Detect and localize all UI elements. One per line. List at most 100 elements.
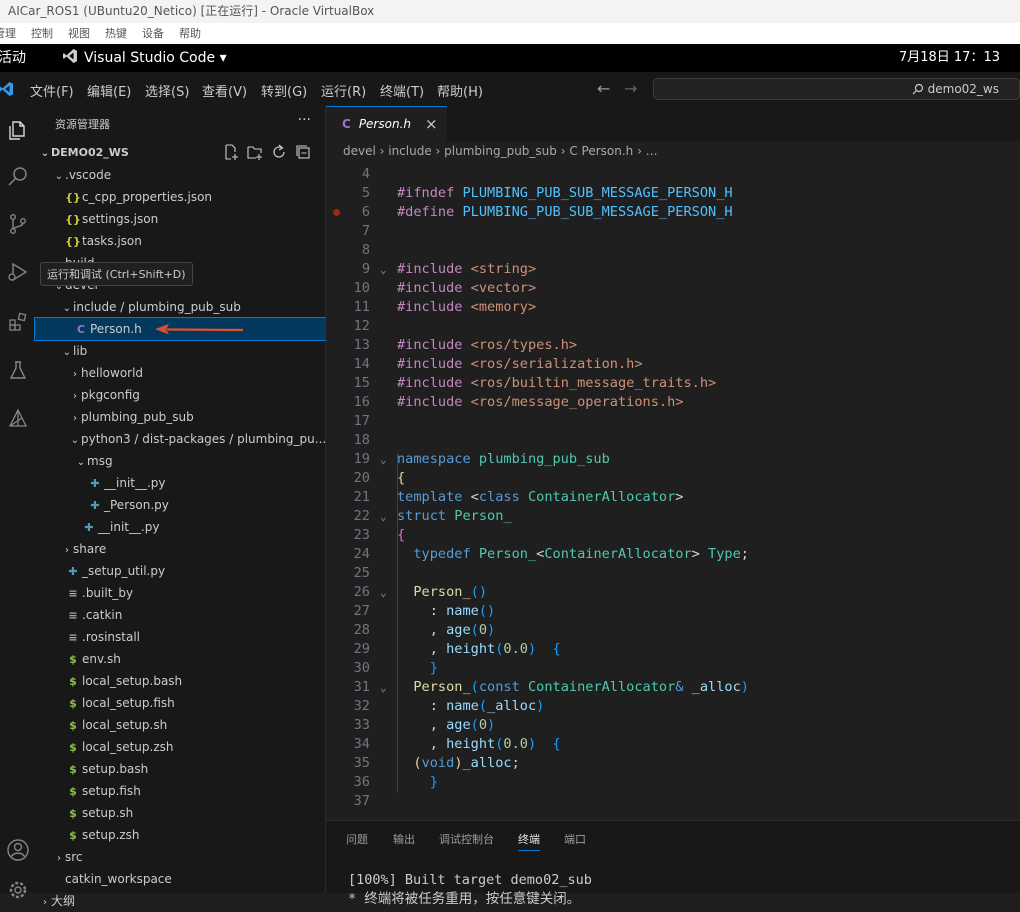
search-activity[interactable] bbox=[0, 158, 35, 194]
tree-row[interactable]: $ local_setup.zsh bbox=[35, 736, 326, 758]
vbox-menu-item[interactable]: 帮助 bbox=[179, 23, 201, 44]
code-token: ; bbox=[740, 546, 749, 562]
fold-chevron-icon[interactable]: ⌄ bbox=[380, 507, 387, 526]
manage-activity[interactable] bbox=[0, 872, 35, 908]
more-actions-button[interactable]: ··· bbox=[298, 112, 311, 128]
tree-row[interactable]: ≡ .catkin bbox=[35, 604, 326, 626]
code-token: Type bbox=[708, 546, 741, 562]
tree-row[interactable]: › plumbing_pub_sub bbox=[35, 406, 326, 428]
code-text: : name(_alloc) bbox=[397, 697, 545, 716]
tree-row[interactable]: $ local_setup.sh bbox=[35, 714, 326, 736]
accounts-activity[interactable] bbox=[0, 832, 35, 868]
breadcrumb[interactable]: devel › include › plumbing_pub_sub › C P… bbox=[343, 144, 658, 158]
run-debug-activity[interactable] bbox=[0, 254, 35, 290]
source-control-activity[interactable] bbox=[0, 206, 35, 242]
tree-row[interactable]: catkin_workspace bbox=[35, 868, 326, 890]
tree-row[interactable]: {}c_cpp_properties.json bbox=[35, 186, 326, 208]
tree-row[interactable]: ≡ .rosinstall bbox=[35, 626, 326, 648]
tree-label: setup.fish bbox=[82, 784, 141, 798]
tree-row[interactable]: $ env.sh bbox=[35, 648, 326, 670]
tree-row[interactable]: ⌄ python3 / dist-packages / plumbing_pu..… bbox=[35, 428, 326, 450]
ros-activity[interactable] bbox=[0, 400, 35, 436]
tree-row[interactable]: ✚ __init__.py bbox=[35, 472, 326, 494]
tree-row[interactable]: $ setup.sh bbox=[35, 802, 326, 824]
new-file-icon[interactable] bbox=[223, 144, 239, 160]
tree-row[interactable]: › share bbox=[35, 538, 326, 560]
menu-item[interactable]: 查看(V) bbox=[202, 81, 247, 100]
tree-row[interactable]: ⌄ include / plumbing_pub_sub bbox=[35, 296, 326, 318]
code-editor[interactable]: 34 5 #ifndef PLUMBING_PUB_SUB_MESSAGE_PERS… bbox=[326, 160, 1020, 820]
menu-item[interactable]: 运行(R) bbox=[321, 81, 366, 100]
terminal-output[interactable]: [100%] Built target demo02_sub * 终端将被任务重… bbox=[348, 871, 592, 909]
tree-row[interactable]: $ local_setup.fish bbox=[35, 692, 326, 714]
line-number: 28 bbox=[353, 622, 370, 638]
fold-chevron-icon[interactable]: ⌄ bbox=[380, 678, 387, 697]
tree-row[interactable]: ✚ _Person.py bbox=[35, 494, 326, 516]
tree-row[interactable]: › 大纲 bbox=[35, 890, 326, 912]
vbox-menu-item[interactable]: 热键 bbox=[105, 23, 127, 44]
fold-chevron-icon[interactable]: ⌄ bbox=[380, 260, 387, 279]
tree-row[interactable]: ⌄ msg bbox=[35, 450, 326, 472]
tree-row[interactable]: $ local_setup.bash bbox=[35, 670, 326, 692]
activities-button[interactable]: 活动 bbox=[0, 44, 26, 72]
new-folder-icon[interactable] bbox=[247, 144, 263, 160]
tree-row[interactable]: ⌄ lib bbox=[35, 340, 326, 362]
menu-item[interactable]: 选择(S) bbox=[145, 81, 189, 100]
tree-row[interactable]: › src bbox=[35, 846, 326, 868]
tree-row[interactable]: {}settings.json bbox=[35, 208, 326, 230]
twistie-icon: ⌄ bbox=[70, 435, 80, 446]
app-menu[interactable]: Visual Studio Code ▾ bbox=[62, 44, 227, 72]
close-icon[interactable]: × bbox=[425, 107, 438, 141]
tree-row[interactable]: › pkgconfig bbox=[35, 384, 326, 406]
fold-chevron-icon[interactable]: ⌄ bbox=[380, 450, 387, 469]
refresh-icon[interactable] bbox=[271, 144, 287, 160]
tree-row[interactable]: ⌄ .vscode bbox=[35, 164, 326, 186]
command-center-search[interactable]: demo02_ws bbox=[653, 78, 1020, 100]
panel-tab[interactable]: 调试控制台 bbox=[439, 831, 494, 847]
tree-row[interactable]: {}tasks.json bbox=[35, 230, 326, 252]
vbox-menu-item[interactable]: 控制 bbox=[31, 23, 53, 44]
tab-person-h[interactable]: C Person.h × bbox=[326, 106, 447, 141]
line-number: 8 bbox=[361, 242, 370, 258]
fold-chevron-icon[interactable]: ⌄ bbox=[380, 583, 387, 602]
code-token: age bbox=[446, 717, 471, 733]
testing-activity[interactable] bbox=[0, 352, 35, 388]
tree-row[interactable]: ✚ __init__.py bbox=[35, 516, 326, 538]
explorer-title: 资源管理器 bbox=[55, 118, 110, 131]
panel-tab[interactable]: 终端 bbox=[518, 831, 540, 851]
code-token: #include bbox=[397, 299, 471, 315]
panel-tab[interactable]: 问题 bbox=[346, 831, 368, 847]
panel-tab[interactable]: 输出 bbox=[393, 831, 415, 847]
vbox-menu-item[interactable]: 管理 bbox=[0, 23, 16, 44]
code-text: #include <ros/types.h> bbox=[397, 336, 577, 355]
vbox-menu-item[interactable]: 视图 bbox=[68, 23, 90, 44]
explorer-activity[interactable] bbox=[0, 112, 35, 148]
extensions-activity[interactable] bbox=[0, 304, 35, 340]
menu-item[interactable]: 编辑(E) bbox=[87, 81, 131, 100]
panel-tab[interactable]: 端口 bbox=[564, 831, 586, 847]
menu-item[interactable]: 帮助(H) bbox=[437, 81, 483, 100]
tree-row[interactable]: › helloworld bbox=[35, 362, 326, 384]
tree-row[interactable]: $ setup.fish bbox=[35, 780, 326, 802]
menu-item[interactable]: 转到(G) bbox=[261, 81, 307, 100]
menu-item[interactable]: 文件(F) bbox=[30, 81, 74, 100]
clock[interactable]: 7月18日 17：13 bbox=[899, 44, 1000, 72]
back-arrow-icon[interactable]: ← bbox=[597, 79, 610, 98]
file-icon: $ bbox=[69, 653, 77, 666]
tree-row[interactable]: ≡ .built_by bbox=[35, 582, 326, 604]
code-line: 29 , height(0.0) { bbox=[326, 640, 1020, 659]
breakpoint-icon[interactable] bbox=[333, 209, 340, 216]
tree-row[interactable]: $ setup.bash bbox=[35, 758, 326, 780]
menu-item[interactable]: 终端(T) bbox=[380, 81, 424, 100]
code-line: 6 #define PLUMBING_PUB_SUB_MESSAGE_PERSON… bbox=[326, 203, 1020, 222]
code-token: PLUMBING_PUB_SUB_MESSAGE_PERSON_H bbox=[462, 204, 733, 220]
tree-row[interactable]: ✚ _setup_util.py bbox=[35, 560, 326, 582]
code-token: #include bbox=[397, 394, 471, 410]
vbox-menu-item[interactable]: 设备 bbox=[142, 23, 164, 44]
forward-arrow-icon[interactable]: → bbox=[624, 79, 637, 98]
tree-row[interactable]: $ setup.zsh bbox=[35, 824, 326, 846]
line-number: 16 bbox=[353, 394, 370, 410]
collapse-all-icon[interactable] bbox=[295, 144, 311, 160]
